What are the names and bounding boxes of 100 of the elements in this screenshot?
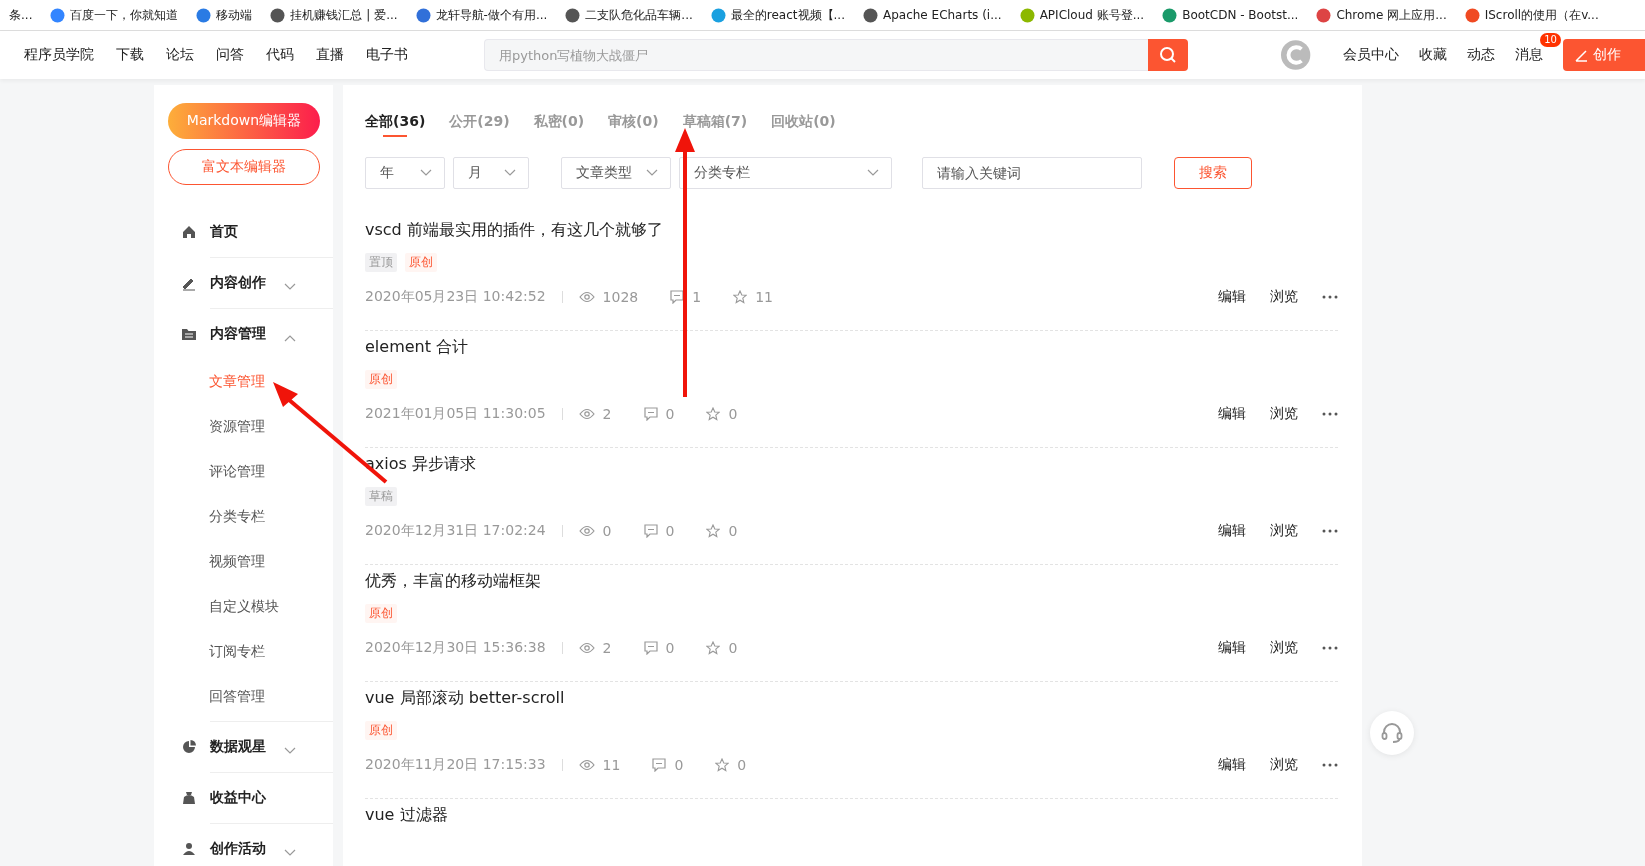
submenu-item[interactable]: 分类专栏 <box>154 494 333 539</box>
eye-icon <box>578 525 595 537</box>
bookmark-link[interactable]: 条... <box>9 6 33 24</box>
menu-item[interactable]: 数据观星 <box>210 721 333 772</box>
select-field[interactable]: 年 <box>365 157 445 189</box>
comment-count: 0 <box>674 757 684 773</box>
article-title[interactable]: element 合计 <box>365 336 1338 358</box>
nav-link[interactable]: 电子书 <box>366 46 408 64</box>
chevron-icon[interactable] <box>867 169 879 177</box>
tag: 原创 <box>365 370 397 389</box>
select-field[interactable]: 月 <box>453 157 529 189</box>
menu-item[interactable]: 创作活动 <box>210 823 333 866</box>
nav-link[interactable]: 问答 <box>216 46 244 64</box>
eye-icon <box>578 408 595 420</box>
menu-item[interactable]: 内容管理 <box>210 308 333 359</box>
submenu-item[interactable]: 资源管理 <box>154 404 333 449</box>
folder-icon <box>181 326 197 342</box>
comment-count: 0 <box>665 406 675 422</box>
nav-link[interactable]: 代码 <box>266 46 294 64</box>
article-title[interactable]: vscd 前端最实用的插件，有这几个就够了 <box>365 219 1338 241</box>
more-icon[interactable] <box>1322 763 1338 767</box>
bookmark-icon[interactable] <box>50 7 66 23</box>
chevron-icon[interactable] <box>284 747 296 755</box>
headset-icon[interactable] <box>1380 722 1404 744</box>
bookmark-icon[interactable] <box>415 7 431 23</box>
more-icon[interactable] <box>1322 412 1338 416</box>
chevron-icon[interactable] <box>646 169 658 177</box>
nav-link[interactable]: 直播 <box>316 46 344 64</box>
comment-icon <box>652 758 667 772</box>
more-icon[interactable] <box>1322 529 1338 533</box>
home-icon <box>181 224 197 240</box>
bookmark-link[interactable]: Chrome 网上应用... <box>1336 6 1447 24</box>
nav-link[interactable]: 论坛 <box>166 46 194 64</box>
bookmark-link[interactable]: 挂机赚钱汇总 | 爱... <box>290 6 398 24</box>
action-link[interactable]: 编辑 <box>1218 405 1246 423</box>
action-link[interactable]: 浏览 <box>1270 522 1298 540</box>
tab[interactable]: 全部(36) <box>365 103 426 141</box>
submenu-item[interactable]: 回答管理 <box>154 674 333 719</box>
submenu-item[interactable]: 订阅专栏 <box>154 629 333 674</box>
nav-link[interactable]: 会员中心 <box>1343 46 1399 64</box>
article-title[interactable]: vue 过滤器 <box>365 804 1338 826</box>
view-count: 2 <box>602 406 612 422</box>
chevron-icon[interactable] <box>284 849 296 857</box>
article-title[interactable]: vue 局部滚动 better-scroll <box>365 687 1338 709</box>
keyword-input[interactable]: 请输入关键词 <box>922 157 1142 189</box>
action-link[interactable]: 编辑 <box>1218 522 1246 540</box>
action-link[interactable]: 浏览 <box>1270 405 1298 423</box>
star-icon <box>733 290 748 304</box>
nav-link[interactable]: 动态 <box>1467 46 1495 64</box>
markdown-editor-button[interactable]: Markdown编辑器 <box>168 103 320 139</box>
chevron-icon[interactable] <box>504 169 516 177</box>
submenu-item[interactable]: 自定义模块 <box>154 584 333 629</box>
menu-item[interactable]: 内容创作 <box>210 257 333 308</box>
view-count: 1028 <box>602 289 639 305</box>
chevron-icon[interactable] <box>284 283 296 291</box>
action-link[interactable]: 浏览 <box>1270 639 1298 657</box>
more-icon[interactable] <box>1322 295 1338 299</box>
action-link[interactable]: 浏览 <box>1270 288 1298 306</box>
bookmark-link[interactable]: IScroll的使用（在v... <box>1484 6 1599 24</box>
logo-icon[interactable] <box>1279 39 1311 71</box>
menu-item[interactable]: 首页 <box>154 207 333 257</box>
bookmark-link[interactable]: 百度一下，你就知道 <box>70 6 179 24</box>
select-field[interactable]: 分类专栏 <box>679 157 892 189</box>
action-link[interactable]: 浏览 <box>1270 756 1298 774</box>
view-count: 11 <box>602 757 621 773</box>
search-button[interactable] <box>1147 39 1188 71</box>
bookmark-icon[interactable] <box>1464 7 1480 23</box>
menu-item[interactable]: 收益中心 <box>210 772 333 823</box>
bookmark-link[interactable]: BootCDN - Bootst... <box>1182 8 1299 22</box>
submenu-item[interactable]: 视频管理 <box>154 539 333 584</box>
action-link[interactable]: 编辑 <box>1218 756 1246 774</box>
person-icon <box>181 841 197 857</box>
bookmark-icon[interactable] <box>1316 7 1332 23</box>
bookmark-icon[interactable] <box>1162 7 1178 23</box>
bookmark-link[interactable]: 二支队危化品车辆... <box>585 6 693 24</box>
chevron-icon[interactable] <box>420 169 432 177</box>
action-link[interactable]: 编辑 <box>1218 288 1246 306</box>
help-button[interactable] <box>1370 711 1414 755</box>
article-title[interactable]: 优秀，丰富的移动端框架 <box>365 570 1338 592</box>
view-count: 2 <box>602 640 612 656</box>
nav-link[interactable]: 收藏 <box>1419 46 1447 64</box>
bookmark-link[interactable]: 移动端 <box>216 6 253 24</box>
chevron-icon[interactable] <box>284 334 296 342</box>
bookmark-icon[interactable] <box>196 7 212 23</box>
star-icon <box>706 641 721 655</box>
bookmark-link[interactable]: Apache ECharts (i... <box>882 8 1002 22</box>
bookmark-icon[interactable] <box>565 7 581 23</box>
bookmark-link[interactable]: APICloud 账号登... <box>1039 6 1145 24</box>
more-icon[interactable] <box>1322 646 1338 650</box>
star-icon <box>715 758 730 772</box>
bookmark-link[interactable]: 龙轩导航-做个有用... <box>435 6 548 24</box>
nav-link[interactable]: 消息 <box>1515 46 1543 62</box>
bookmark-icon[interactable] <box>862 7 878 23</box>
select-field[interactable]: 文章类型 <box>561 157 671 189</box>
nav-link[interactable]: 程序员学院 <box>24 46 94 64</box>
nav-link[interactable]: 下载 <box>116 46 144 64</box>
action-link[interactable]: 编辑 <box>1218 639 1246 657</box>
bookmark-icon[interactable] <box>270 7 286 23</box>
bookmark-link[interactable]: 最全的react视频【... <box>730 6 845 24</box>
submenu-item[interactable]: 评论管理 <box>154 449 333 494</box>
